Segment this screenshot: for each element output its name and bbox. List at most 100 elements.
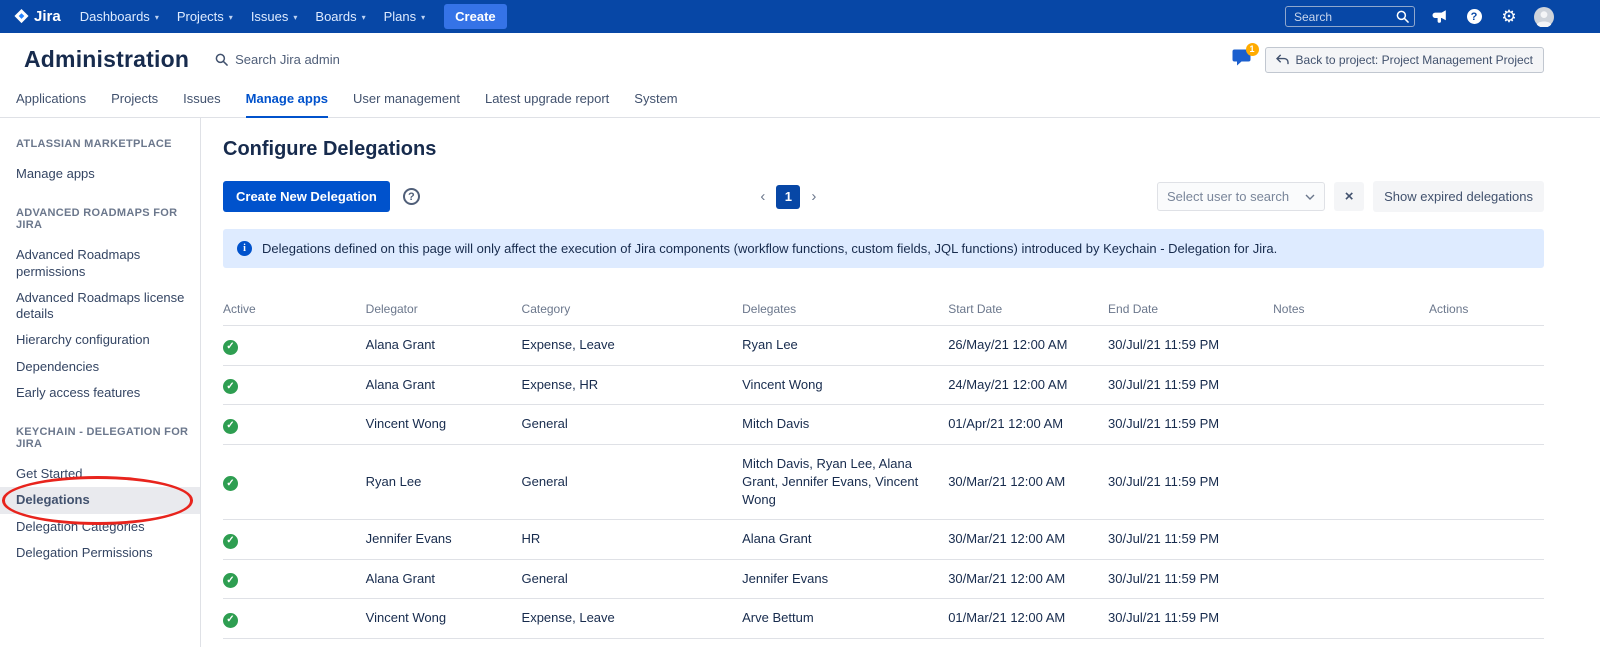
cell-actions (1429, 520, 1544, 560)
cell-notes (1273, 520, 1429, 560)
tab-system[interactable]: System (634, 85, 677, 118)
back-to-project-button[interactable]: Back to project: Project Management Proj… (1265, 47, 1544, 73)
tab-applications[interactable]: Applications (16, 85, 86, 118)
table-row: ✓Jennifer EvansHRAlana Grant30/Mar/21 12… (223, 520, 1544, 560)
pagination-current-page[interactable]: 1 (776, 185, 800, 209)
cell-end-date: 30/Jul/21 11:59 PM (1108, 405, 1273, 445)
user-select-dropdown[interactable]: Select user to search (1157, 182, 1325, 211)
table-header-row: ActiveDelegatorCategoryDelegatesStart Da… (223, 294, 1544, 326)
cell-delegator: Administrator (366, 638, 522, 647)
clear-filter-button[interactable]: × (1334, 182, 1364, 211)
cell-category: Expense, HR (522, 365, 743, 405)
show-expired-delegations-button[interactable]: Show expired delegations (1373, 181, 1544, 212)
cell-notes (1273, 599, 1429, 639)
sidebar-item-dependencies[interactable]: Dependencies (16, 354, 200, 380)
cell-delegator: Alana Grant (366, 326, 522, 366)
cell-actions (1429, 599, 1544, 639)
help-icon[interactable]: ? (403, 188, 420, 205)
table-row: ✓Vincent WongGeneralMitch Davis01/Apr/21… (223, 405, 1544, 445)
settings-button[interactable]: ⚙ (1498, 6, 1520, 28)
tab-latest-upgrade-report[interactable]: Latest upgrade report (485, 85, 609, 118)
search-icon (1396, 10, 1409, 28)
jira-admin-page: Jira Dashboards▾Projects▾Issues▾Boards▾P… (0, 0, 1600, 647)
announcements-button[interactable] (1428, 6, 1450, 28)
sidebar-nav: ATLASSIAN MARKETPLACEManage appsADVANCED… (0, 118, 200, 647)
sidebar-item-delegation-permissions[interactable]: Delegation Permissions (16, 540, 200, 566)
chevron-down-icon: ▾ (229, 13, 233, 22)
pagination: ‹ 1 › (760, 185, 816, 209)
create-button[interactable]: Create (444, 4, 506, 29)
sidebar-item-delegations[interactable]: Delegations (0, 487, 200, 513)
cell-active: ✓ (223, 326, 366, 366)
cell-delegates: Jennifer Evans (742, 559, 948, 599)
cell-delegates: Ryan Lee (742, 326, 948, 366)
pagination-next-button[interactable]: › (811, 188, 816, 205)
topnav-item-boards[interactable]: Boards▾ (306, 0, 374, 33)
delegations-table-body: ✓Alana GrantExpense, LeaveRyan Lee26/May… (223, 326, 1544, 647)
sidebar-item-advanced-roadmaps-permissions[interactable]: Advanced Roadmaps permissions (16, 242, 200, 285)
gear-icon: ⚙ (1501, 8, 1516, 25)
help-button[interactable]: ? (1463, 6, 1485, 28)
page-section-title: Administration (24, 46, 189, 73)
active-check-icon: ✓ (223, 476, 238, 491)
cell-active: ✓ (223, 599, 366, 639)
cell-start-date: 01/Apr/21 12:00 AM (948, 405, 1108, 445)
topnav-item-plans[interactable]: Plans▾ (375, 0, 435, 33)
tab-projects[interactable]: Projects (111, 85, 158, 118)
create-new-delegation-button[interactable]: Create New Delegation (223, 181, 390, 212)
jira-logo-text: Jira (34, 8, 61, 25)
sidebar-item-early-access-features[interactable]: Early access features (16, 380, 200, 406)
active-check-icon: ✓ (223, 573, 238, 588)
topnav-item-projects[interactable]: Projects▾ (168, 0, 242, 33)
cell-notes (1273, 444, 1429, 520)
cell-end-date: 30/Jul/21 11:59 PM (1108, 326, 1273, 366)
user-menu-button[interactable] (1533, 6, 1555, 28)
pagination-prev-button[interactable]: ‹ (760, 188, 765, 205)
chevron-down-icon: ▾ (362, 13, 366, 22)
jira-logo[interactable]: Jira (12, 8, 71, 25)
page-title: Configure Delegations (223, 138, 1544, 161)
chevron-down-icon: ▾ (155, 13, 159, 22)
sidebar-section-header: KEYCHAIN - DELEGATION FOR JIRA (16, 426, 200, 450)
active-check-icon: ✓ (223, 419, 238, 434)
sidebar-section: KEYCHAIN - DELEGATION FOR JIRA Get Starte… (16, 426, 200, 566)
cell-active: ✓ (223, 444, 366, 520)
chevron-down-icon (1305, 194, 1315, 200)
table-row: ✓Alana GrantExpense, LeaveRyan Lee26/May… (223, 326, 1544, 366)
sidebar-item-hierarchy-configuration[interactable]: Hierarchy configuration (16, 327, 200, 353)
admin-search-input[interactable] (235, 52, 445, 67)
topnav-item-issues[interactable]: Issues ▾ (242, 0, 307, 33)
cell-start-date: 30/Mar/21 12:00 AM (948, 559, 1108, 599)
topnav-left: Jira Dashboards▾Projects▾Issues▾Boards▾P… (12, 0, 507, 33)
cell-actions (1429, 559, 1544, 599)
page-body: ATLASSIAN MARKETPLACEManage appsADVANCED… (0, 118, 1600, 647)
cell-delegator: Alana Grant (366, 559, 522, 599)
info-banner: i Delegations defined on this page will … (223, 229, 1544, 268)
cell-start-date: 01/Mar/21 12:00 AM (948, 599, 1108, 639)
avatar (1534, 7, 1554, 27)
column-header-end-date: End Date (1108, 294, 1273, 326)
sidebar-item-manage-apps[interactable]: Manage apps (16, 161, 200, 187)
notifications-button[interactable]: 1 (1232, 49, 1251, 71)
admin-search (215, 52, 445, 67)
cell-notes (1273, 405, 1429, 445)
tab-issues[interactable]: Issues (183, 85, 221, 118)
tab-user-management[interactable]: User management (353, 85, 460, 118)
sidebar-item-advanced-roadmaps-license-details[interactable]: Advanced Roadmaps license details (16, 285, 200, 328)
cell-active: ✓ (223, 638, 366, 647)
cell-category: General (522, 444, 743, 520)
tab-manage-apps[interactable]: Manage apps (246, 85, 328, 118)
table-row: ✓Alana GrantGeneralJennifer Evans30/Mar/… (223, 559, 1544, 599)
cell-actions (1429, 326, 1544, 366)
cell-delegates: Mitch Davis, Ryan Lee, Alana Grant, Jenn… (742, 444, 948, 520)
info-icon: i (237, 241, 252, 256)
sidebar-item-delegation-categories[interactable]: Delegation Categories (16, 514, 200, 540)
cell-active: ✓ (223, 365, 366, 405)
sidebar-item-get-started[interactable]: Get Started (16, 461, 200, 487)
cell-actions (1429, 405, 1544, 445)
column-header-delegator: Delegator (366, 294, 522, 326)
chevron-down-icon: ▾ (293, 13, 297, 22)
cell-delegator: Alana Grant (366, 365, 522, 405)
topnav-item-label: Issues (251, 9, 289, 24)
topnav-item-dashboards[interactable]: Dashboards▾ (71, 0, 168, 33)
